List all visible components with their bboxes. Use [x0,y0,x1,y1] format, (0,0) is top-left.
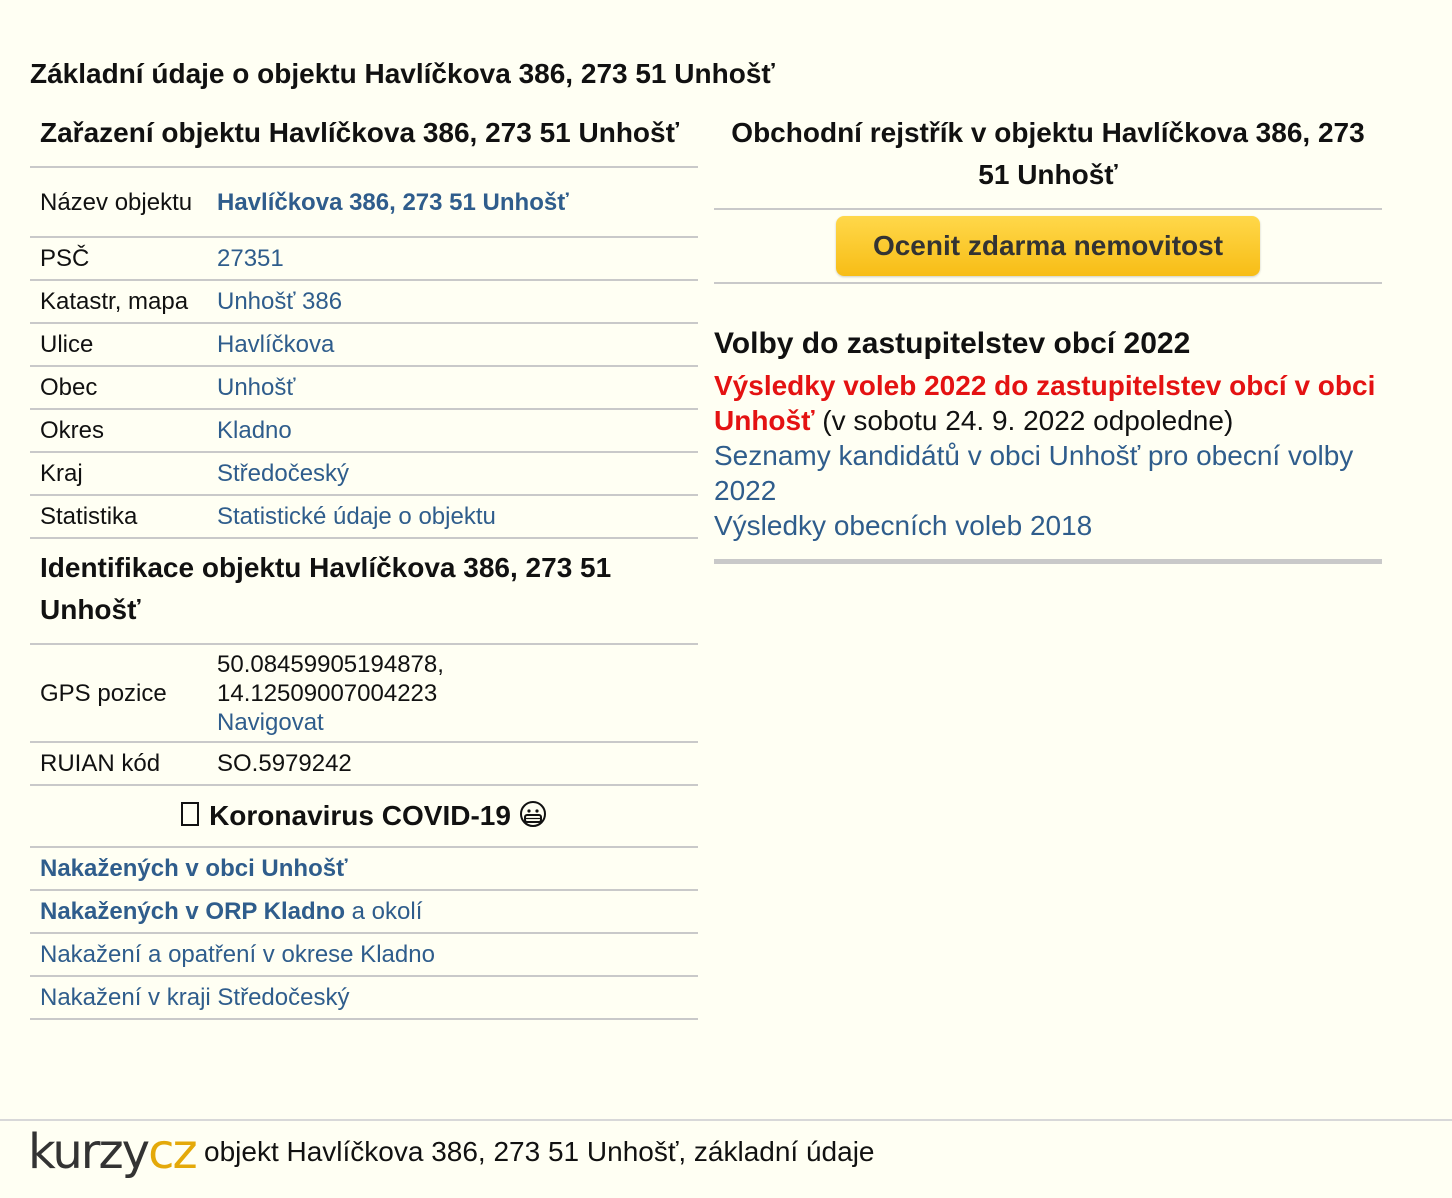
cadastre-map-link[interactable]: Unhošť 386 [217,288,342,315]
covid-row-orp: Nakažených v ORP Kladno a okolí [30,889,698,932]
row-label: Ulice [30,322,207,366]
table-row: Název objektu Havlíčkova 386, 273 51 Unh… [30,166,698,237]
postcode-link[interactable]: 27351 [217,245,284,272]
covid-row-municipality: Nakažených v obci Unhošť [30,846,698,889]
appraise-property-button[interactable]: Ocenit zdarma nemovitost [836,216,1260,276]
statistics-link[interactable]: Statistické údaje o objektu [217,503,496,530]
logo-part-cz: cz [148,1124,198,1180]
table-row: Katastr, mapa Unhošť 386 [30,279,698,323]
cta-container: Ocenit zdarma nemovitost [714,208,1382,284]
table-row: PSČ 27351 [30,236,698,280]
table-row: RUIAN kód SO.5979242 [30,741,698,784]
classification-heading: Zařazení objektu Havlíčkova 386, 273 51 … [40,117,680,148]
business-register-heading: Obchodní rejstřík v objektu Havlíčkova 3… [731,117,1365,190]
table-row: Okres Kladno [30,408,698,452]
region-link[interactable]: Středočeský [217,460,349,487]
row-label: PSČ [30,236,207,280]
navigate-link[interactable]: Navigovat [217,709,324,736]
election-results-note: (v sobotu 24. 9. 2022 odpoledne) [814,405,1234,436]
covid-heading: Koronavirus COVID-19 [30,784,698,846]
mask-face-icon [519,789,547,849]
candidate-lists-link[interactable]: Seznamy kandidátů v obci Unhošť pro obec… [714,440,1353,506]
gps-label: GPS pozice [30,643,207,742]
covid-region-link[interactable]: Nakažení v kraji Středočeský [40,984,349,1011]
row-label: Katastr, mapa [30,279,207,323]
kurzy-logo[interactable]: kurzycz [28,1124,198,1180]
row-label: Obec [30,365,207,409]
elections-links: Výsledky voleb 2022 do zastupitelstev ob… [714,368,1382,543]
elections-heading: Volby do zastupitelstev obcí 2022 [714,327,1191,360]
divider [714,559,1382,564]
table-row: Obec Unhošť [30,365,698,409]
table-row: GPS pozice 50.08459905194878, 14.1250900… [30,643,698,742]
identification-table: GPS pozice 50.08459905194878, 14.1250900… [30,643,698,784]
covid-heading-text: Koronavirus COVID-19 [209,800,511,831]
identification-heading: Identifikace objektu Havlíčkova 386, 273… [40,552,612,625]
row-label: Kraj [30,451,207,495]
object-name-link[interactable]: Havlíčkova 386, 273 51 Unhošť [217,189,569,216]
table-row: Ulice Havlíčkova [30,322,698,366]
virus-icon [181,802,200,826]
gps-longitude: 14.12509007004223 [217,679,438,707]
municipality-link[interactable]: Unhošť [217,374,295,401]
table-row: Kraj Středočeský [30,451,698,495]
table-row: Statistika Statistické údaje o objektu [30,494,698,539]
logo-part-kurzy: kurzy [28,1124,150,1180]
row-label: Statistika [30,494,207,539]
covid-municipality-link[interactable]: Nakažených v obci Unhošť [40,855,348,882]
classification-table: Název objektu Havlíčkova 386, 273 51 Unh… [30,166,698,539]
covid-row-region: Nakažení v kraji Středočeský [30,975,698,1020]
footer-text: objekt Havlíčkova 386, 273 51 Unhošť, zá… [204,1136,875,1167]
row-label: Okres [30,408,207,452]
street-link[interactable]: Havlíčkova [217,331,334,358]
row-label: Název objektu [30,166,207,237]
gps-latitude: 50.08459905194878, [217,650,444,678]
district-link[interactable]: Kladno [217,417,292,444]
right-column: Obchodní rejstřík v objektu Havlíčkova 3… [714,112,1382,564]
page-title: Základní údaje o objektu Havlíčkova 386,… [30,58,775,89]
covid-orp-link[interactable]: Nakažených v ORP Kladno [40,898,345,925]
covid-district-link[interactable]: Nakažení a opatření v okrese Kladno [40,941,435,968]
left-column: Zařazení objektu Havlíčkova 386, 273 51 … [30,112,698,1020]
footer-divider [0,1119,1452,1121]
election-results-2018-link[interactable]: Výsledky obecních voleb 2018 [714,510,1092,541]
covid-orp-suffix-link[interactable]: a okolí [345,898,423,925]
ruian-label: RUIAN kód [30,741,207,784]
covid-row-district: Nakažení a opatření v okrese Kladno [30,932,698,975]
ruian-value: SO.5979242 [207,741,698,784]
